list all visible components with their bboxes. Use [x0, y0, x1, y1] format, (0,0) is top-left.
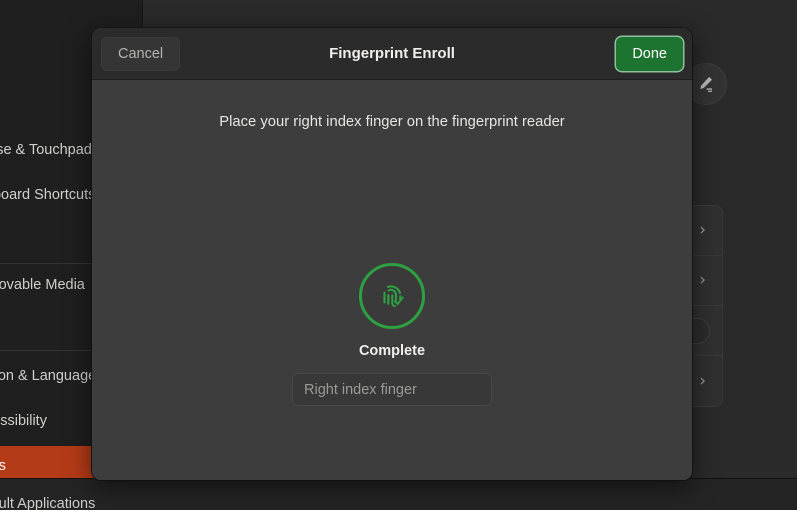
dialog-body: Place your right index finger on the fin… — [92, 80, 692, 480]
chevron-right-icon: › — [699, 270, 706, 290]
done-button[interactable]: Done — [616, 36, 683, 71]
finger-name-field[interactable] — [292, 373, 492, 406]
enroll-instruction-text: Place your right index finger on the fin… — [219, 114, 565, 130]
dialog-header-bar: Cancel Fingerprint Enroll Done — [92, 28, 692, 80]
fingerprint-status-indicator — [359, 263, 425, 329]
sidebar-item-label: Keyboard Shortcuts — [0, 187, 96, 203]
sidebar-item-label: Region & Language — [0, 368, 97, 384]
fingerprint-enroll-dialog: Cancel Fingerprint Enroll Done Place you… — [92, 28, 692, 480]
enroll-status-label: Complete — [358, 343, 426, 359]
sidebar-item-label: Mouse & Touchpad — [0, 142, 92, 158]
finger-name-input[interactable] — [302, 380, 482, 399]
fingerprint-check-icon — [383, 285, 404, 308]
cancel-button[interactable]: Cancel — [101, 36, 181, 71]
sidebar-item-label: Removable Media — [0, 277, 85, 293]
sidebar-item-label: Accessibility — [0, 413, 47, 429]
settings-footer: Default Applications — [0, 478, 797, 510]
footer-label: Default Applications — [0, 496, 96, 510]
enroll-status-area: Complete — [92, 263, 692, 406]
chevron-right-icon: › — [699, 370, 706, 391]
screen: › › › Mouse & Touchpad Keyboard Shortcut… — [0, 0, 797, 510]
pencil-icon — [700, 76, 713, 92]
dialog-title: Fingerprint Enroll — [329, 45, 455, 62]
chevron-right-icon: › — [699, 220, 706, 240]
sidebar-item-label: Users — [0, 458, 6, 474]
